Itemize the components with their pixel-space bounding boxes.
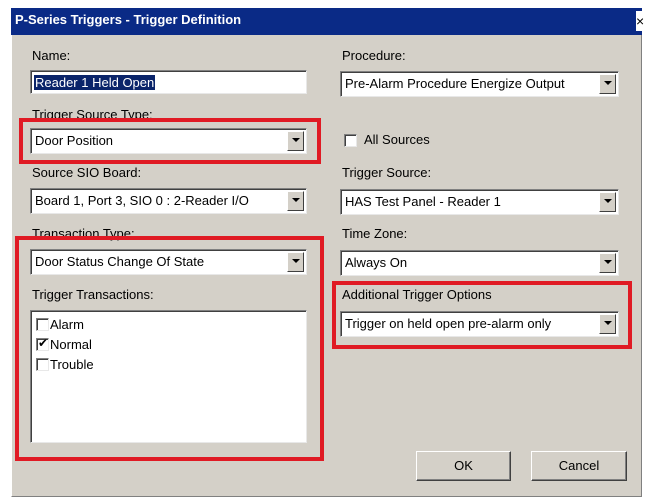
chevron-down-icon[interactable] [599, 74, 616, 94]
window-title: P-Series Triggers - Trigger Definition [15, 12, 242, 27]
chevron-down-icon[interactable] [599, 192, 616, 212]
procedure-value: Pre-Alarm Procedure Energize Output [345, 76, 565, 91]
screen-edge [643, 35, 653, 502]
time-zone-value: Always On [345, 255, 408, 270]
all-sources-label: All Sources [364, 132, 430, 147]
time-zone-select[interactable]: Always On [340, 250, 619, 276]
cancel-button[interactable]: Cancel [531, 451, 627, 481]
highlight-transaction-section [15, 236, 324, 461]
ok-button[interactable]: OK [416, 451, 511, 481]
close-icon[interactable]: × [636, 11, 653, 31]
source-sio-board-value: Board 1, Port 3, SIO 0 : 2-Reader I/O [35, 193, 249, 208]
chevron-down-icon[interactable] [599, 253, 616, 273]
chevron-down-icon[interactable] [287, 191, 304, 211]
trigger-source-select[interactable]: HAS Test Panel - Reader 1 [340, 189, 619, 215]
name-input[interactable]: Reader 1 Held Open [30, 70, 307, 94]
highlight-trigger-source-type [19, 118, 321, 164]
procedure-select[interactable]: Pre-Alarm Procedure Energize Output [340, 71, 619, 97]
source-sio-board-label: Source SIO Board: [32, 165, 142, 180]
trigger-source-value: HAS Test Panel - Reader 1 [345, 194, 501, 209]
name-value: Reader 1 Held Open [34, 75, 156, 90]
name-label: Name: [32, 48, 71, 63]
highlight-additional-options [332, 281, 632, 349]
procedure-label: Procedure: [342, 48, 406, 63]
source-sio-board-select[interactable]: Board 1, Port 3, SIO 0 : 2-Reader I/O [30, 188, 307, 214]
all-sources-checkbox[interactable] [344, 134, 357, 147]
time-zone-label: Time Zone: [342, 226, 408, 241]
trigger-source-label: Trigger Source: [342, 165, 432, 180]
